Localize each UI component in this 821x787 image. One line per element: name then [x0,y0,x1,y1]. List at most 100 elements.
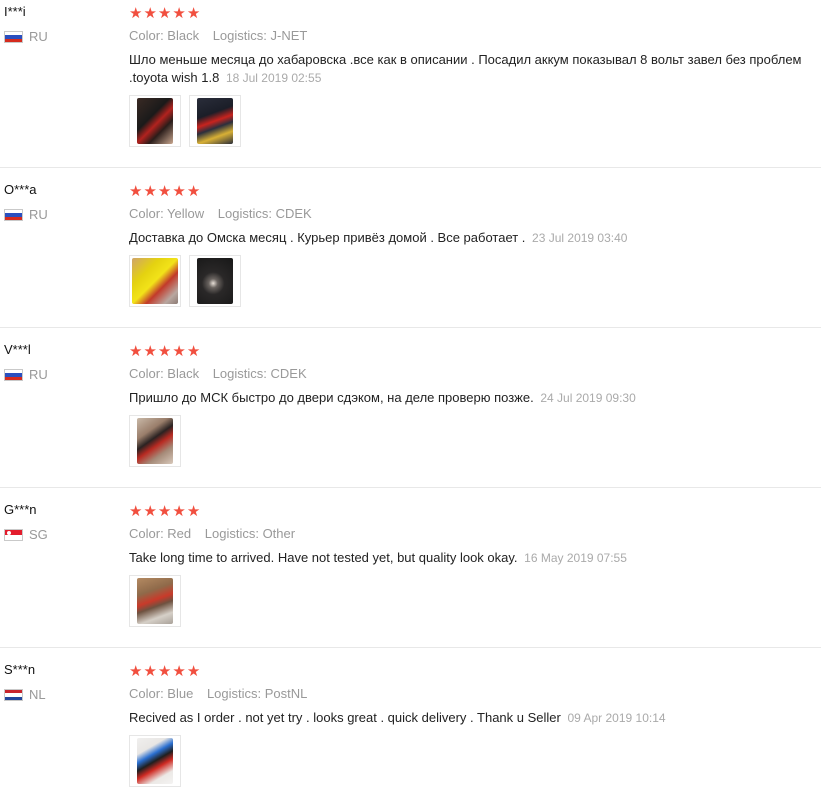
color-option: Color: Black [129,28,200,43]
reviewer-info: G***n SG [4,498,114,542]
review-photos [129,95,819,147]
star-icon: ★ [172,661,186,680]
star-icon: ★ [157,181,172,200]
star-icon: ★ [143,3,157,22]
russia-flag-icon [4,209,23,221]
star-icon: ★ [186,181,201,200]
logistics-option: Logistics: PostNL [206,686,308,701]
star-icon: ★ [172,341,186,360]
photo-image [132,258,178,304]
review-item: V***l RU ★ ★ ★ ★ ★ Color: Black Logistics: C… [0,328,821,488]
review-photo-thumbnail[interactable] [129,735,181,787]
reviewer-country: RU [4,208,114,222]
star-rating: ★ ★ ★ ★ ★ [129,3,819,23]
order-info: Color: Yellow Logistics: CDEK [129,205,819,223]
star-icon: ★ [186,3,201,22]
star-icon: ★ [129,661,143,680]
star-icon: ★ [186,501,201,520]
star-rating: ★ ★ ★ ★ ★ [129,181,819,201]
russia-flag-icon [4,369,23,381]
reviewer-name: I***i [4,4,26,19]
country-code: SG [29,527,48,542]
russia-flag-icon [4,31,23,43]
star-icon: ★ [186,341,201,360]
reviewer-name: G***n [4,502,37,517]
photo-image [137,738,173,784]
star-icon: ★ [157,341,172,360]
photo-image [137,98,173,144]
photo-image [137,418,173,464]
review-text: Recived as I order . not yet try . looks… [129,709,819,727]
review-text: Доставка до Омска месяц . Курьер привёз … [129,229,819,247]
country-code: RU [29,207,48,222]
star-icon: ★ [157,661,172,680]
review-photo-thumbnail[interactable] [129,415,181,467]
reviewer-info: S***n NL [4,658,114,702]
reviewer-country: SG [4,528,114,542]
color-option: Color: Blue [129,686,194,701]
color-option: Color: Yellow [129,206,205,221]
singapore-flag-icon [4,529,23,541]
review-text: Шло меньше месяца до хабаровска .все как… [129,51,819,87]
reviewer-info: I***i RU [4,0,114,44]
review-date: 23 Jul 2019 03:40 [532,231,628,245]
star-icon: ★ [186,661,201,680]
star-icon: ★ [157,501,172,520]
review-photos [129,255,819,307]
review-photos [129,415,819,467]
netherlands-flag-icon [4,689,23,701]
review-date: 16 May 2019 07:55 [524,551,627,565]
star-icon: ★ [143,181,157,200]
star-icon: ★ [129,501,143,520]
country-code: RU [29,29,48,44]
photo-image [197,258,233,304]
star-icon: ★ [143,501,157,520]
country-code: RU [29,367,48,382]
star-icon: ★ [172,501,186,520]
review-content: ★ ★ ★ ★ ★ Color: Yellow Logistics: CDEK Дост… [129,178,819,307]
star-icon: ★ [143,341,157,360]
review-photo-thumbnail[interactable] [129,575,181,627]
review-item: S***n NL ★ ★ ★ ★ ★ Color: Blue Logistics: Po… [0,648,821,787]
reviewer-name: O***a [4,182,37,197]
reviewer-country: RU [4,368,114,382]
review-date: 18 Jul 2019 02:55 [225,71,322,85]
review-photo-thumbnail[interactable] [129,255,181,307]
review-content: ★ ★ ★ ★ ★ Color: Black Logistics: CDEK Пришл… [129,338,819,467]
logistics-option: Logistics: Other [204,526,296,541]
photo-image [197,98,233,144]
logistics-option: Logistics: J-NET [212,28,308,43]
review-item: I***i RU ★ ★ ★ ★ ★ Color: Black Logistics: J… [0,0,821,168]
review-date: 24 Jul 2019 09:30 [540,391,636,405]
reviewer-info: V***l RU [4,338,114,382]
color-option: Color: Black [129,366,200,381]
review-content: ★ ★ ★ ★ ★ Color: Red Logistics: Other Take l… [129,498,819,627]
review-date: 09 Apr 2019 10:14 [567,711,666,725]
review-photo-thumbnail[interactable] [189,95,241,147]
review-text: Пришло до МСК быстро до двери сдэком, на… [129,389,819,407]
logistics-option: Logistics: CDEK [217,206,312,221]
star-rating: ★ ★ ★ ★ ★ [129,341,819,361]
review-photo-thumbnail[interactable] [189,255,241,307]
order-info: Color: Blue Logistics: PostNL [129,685,819,703]
star-rating: ★ ★ ★ ★ ★ [129,501,819,521]
order-info: Color: Red Logistics: Other [129,525,819,543]
review-photos [129,575,819,627]
reviewer-name: S***n [4,662,36,677]
reviewer-info: O***a RU [4,178,114,222]
color-option: Color: Red [129,526,192,541]
star-icon: ★ [143,661,157,680]
review-text: Take long time to arrived. Have not test… [129,549,819,567]
review-item: O***a RU ★ ★ ★ ★ ★ Color: Yellow Logistics: … [0,168,821,328]
order-info: Color: Black Logistics: CDEK [129,365,819,383]
star-icon: ★ [129,181,143,200]
star-icon: ★ [172,3,186,22]
reviewer-name: V***l [4,342,31,357]
review-photos [129,735,819,787]
review-content: ★ ★ ★ ★ ★ Color: Blue Logistics: PostNL Reci… [129,658,819,787]
review-content: ★ ★ ★ ★ ★ Color: Black Logistics: J-NET Шло … [129,0,819,147]
photo-image [137,578,173,624]
review-photo-thumbnail[interactable] [129,95,181,147]
reviewer-country: NL [4,688,114,702]
review-body: Пришло до МСК быстро до двери сдэком, на… [129,390,534,405]
